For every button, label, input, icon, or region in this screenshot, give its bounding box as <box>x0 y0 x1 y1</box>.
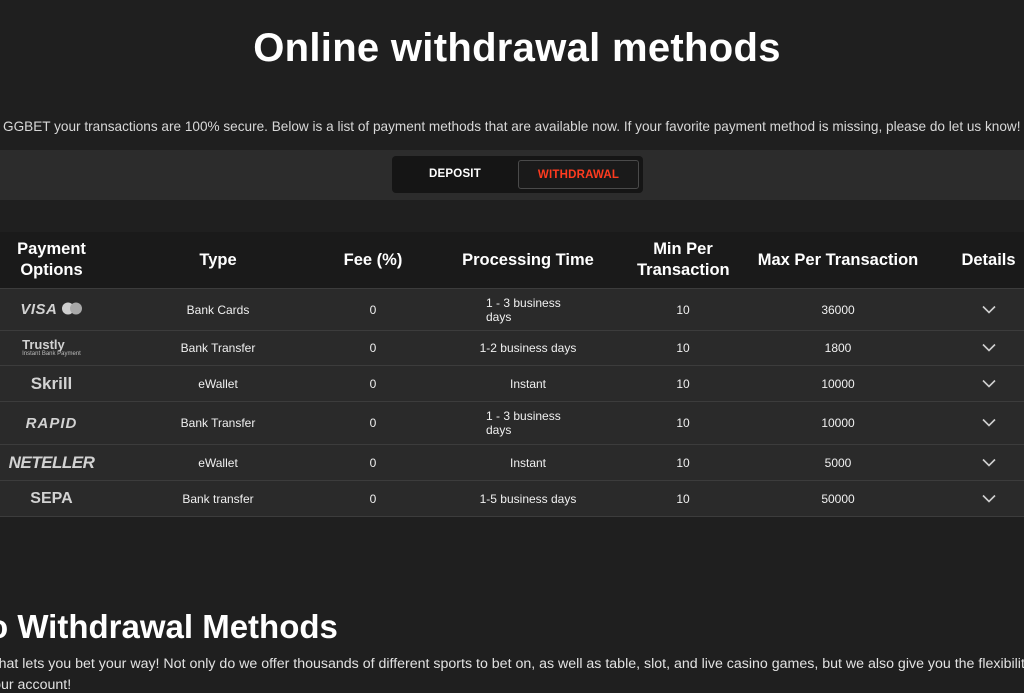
table-row: NETELLER eWallet 0 Instant 10 5000 <box>0 444 1024 481</box>
trustly-logo-subtitle: Instant Bank Payment <box>22 351 81 357</box>
header-processing-time: Processing Time <box>423 232 633 289</box>
table-header-row: Payment Options Type Fee (%) Processing … <box>0 232 1024 289</box>
table-row: VISA Bank Cards 0 1 - 3 business days 10… <box>0 288 1024 331</box>
details-cell <box>943 330 1024 366</box>
fee-cell: 0 <box>323 401 423 445</box>
max-cell: 10000 <box>733 365 943 402</box>
header-max-per-transaction: Max Per Transaction <box>733 232 943 289</box>
chevron-down-icon[interactable] <box>981 341 996 355</box>
min-cell: 10 <box>633 480 733 517</box>
fee-cell: 0 <box>323 330 423 366</box>
type-cell: Bank Cards <box>113 288 323 331</box>
mastercard-icon <box>61 302 82 315</box>
processing-time-cell: Instant <box>423 365 633 402</box>
visa-mastercard-logo: VISA <box>20 302 82 317</box>
section-paragraph-continuation: your account! <box>0 677 72 693</box>
section-paragraph: r that lets you bet your way! Not only d… <box>0 656 1024 672</box>
min-cell: 10 <box>633 444 733 481</box>
fee-cell: 0 <box>323 444 423 481</box>
type-cell: Bank Transfer <box>113 330 323 366</box>
table-row: Skrill eWallet 0 Instant 10 10000 <box>0 365 1024 402</box>
details-cell <box>943 444 1024 481</box>
processing-time-cell: 1 - 3 business days <box>423 288 633 331</box>
header-min-per-transaction: Min Per Transaction <box>633 232 733 289</box>
header-details: Details <box>943 232 1024 289</box>
sepa-logo: SEPA <box>30 489 73 507</box>
details-cell <box>943 480 1024 517</box>
processing-time-cell: 1 - 3 business days <box>423 401 633 445</box>
header-fee: Fee (%) <box>323 232 423 289</box>
min-cell: 10 <box>633 330 733 366</box>
payment-logo-cell: RAPID <box>0 401 113 445</box>
min-cell: 10 <box>633 365 733 402</box>
min-cell: 10 <box>633 401 733 445</box>
details-cell <box>943 401 1024 445</box>
tab-withdrawal[interactable]: WITHDRAWAL <box>518 160 639 189</box>
chevron-down-icon[interactable] <box>981 303 996 317</box>
processing-time-cell: 1-5 business days <box>423 480 633 517</box>
chevron-down-icon[interactable] <box>981 456 996 470</box>
processing-time-cell: 1-2 business days <box>423 330 633 366</box>
payment-logo-cell: NETELLER <box>0 444 113 481</box>
visa-logo-text: VISA <box>20 301 58 318</box>
payment-methods-table: Payment Options Type Fee (%) Processing … <box>0 232 1024 517</box>
intro-text: GGBET your transactions are 100% secure.… <box>3 119 1021 134</box>
max-cell: 36000 <box>733 288 943 331</box>
processing-time-text: 1 - 3 business days <box>486 295 561 324</box>
chevron-down-icon[interactable] <box>981 492 996 506</box>
min-cell: 10 <box>633 288 733 331</box>
payment-logo-cell: VISA <box>0 288 113 331</box>
trustly-logo: Trustly Instant Bank Payment <box>22 338 81 357</box>
payment-logo-cell: Skrill <box>0 365 113 402</box>
max-cell: 1800 <box>733 330 943 366</box>
method-tabs: DEPOSIT WITHDRAWAL <box>392 156 643 193</box>
type-cell: Bank transfer <box>113 480 323 517</box>
table-row: SEPA Bank transfer 0 1-5 business days 1… <box>0 480 1024 517</box>
fee-cell: 0 <box>323 480 423 517</box>
max-cell: 5000 <box>733 444 943 481</box>
details-cell <box>943 365 1024 402</box>
table-row: Trustly Instant Bank Payment Bank Transf… <box>0 330 1024 366</box>
payment-logo-cell: Trustly Instant Bank Payment <box>0 330 113 366</box>
max-cell: 10000 <box>733 401 943 445</box>
neteller-logo: NETELLER <box>8 453 95 472</box>
skrill-logo: Skrill <box>30 374 73 393</box>
tab-deposit[interactable]: DEPOSIT <box>397 160 513 189</box>
fee-cell: 0 <box>323 365 423 402</box>
trustly-logo-text: Trustly <box>22 337 65 352</box>
max-cell: 50000 <box>733 480 943 517</box>
details-cell <box>943 288 1024 331</box>
fee-cell: 0 <box>323 288 423 331</box>
rapid-logo: RAPID <box>25 414 78 432</box>
chevron-down-icon[interactable] <box>981 377 996 391</box>
processing-time-text: 1 - 3 business days <box>486 409 561 437</box>
paragraph-text: that lets you bet your way! Not only do … <box>0 656 1024 672</box>
header-payment-options: Payment Options <box>0 232 113 289</box>
type-cell: eWallet <box>113 444 323 481</box>
chevron-down-icon[interactable] <box>981 416 996 430</box>
type-cell: Bank Transfer <box>113 401 323 445</box>
section-heading: o Withdrawal Methods <box>0 608 338 645</box>
header-type: Type <box>113 232 323 289</box>
table-row: RAPID Bank Transfer 0 1 - 3 business day… <box>0 401 1024 445</box>
processing-time-cell: Instant <box>423 444 633 481</box>
payment-logo-cell: SEPA <box>0 480 113 517</box>
page-title: Online withdrawal methods <box>253 26 781 70</box>
type-cell: eWallet <box>113 365 323 402</box>
